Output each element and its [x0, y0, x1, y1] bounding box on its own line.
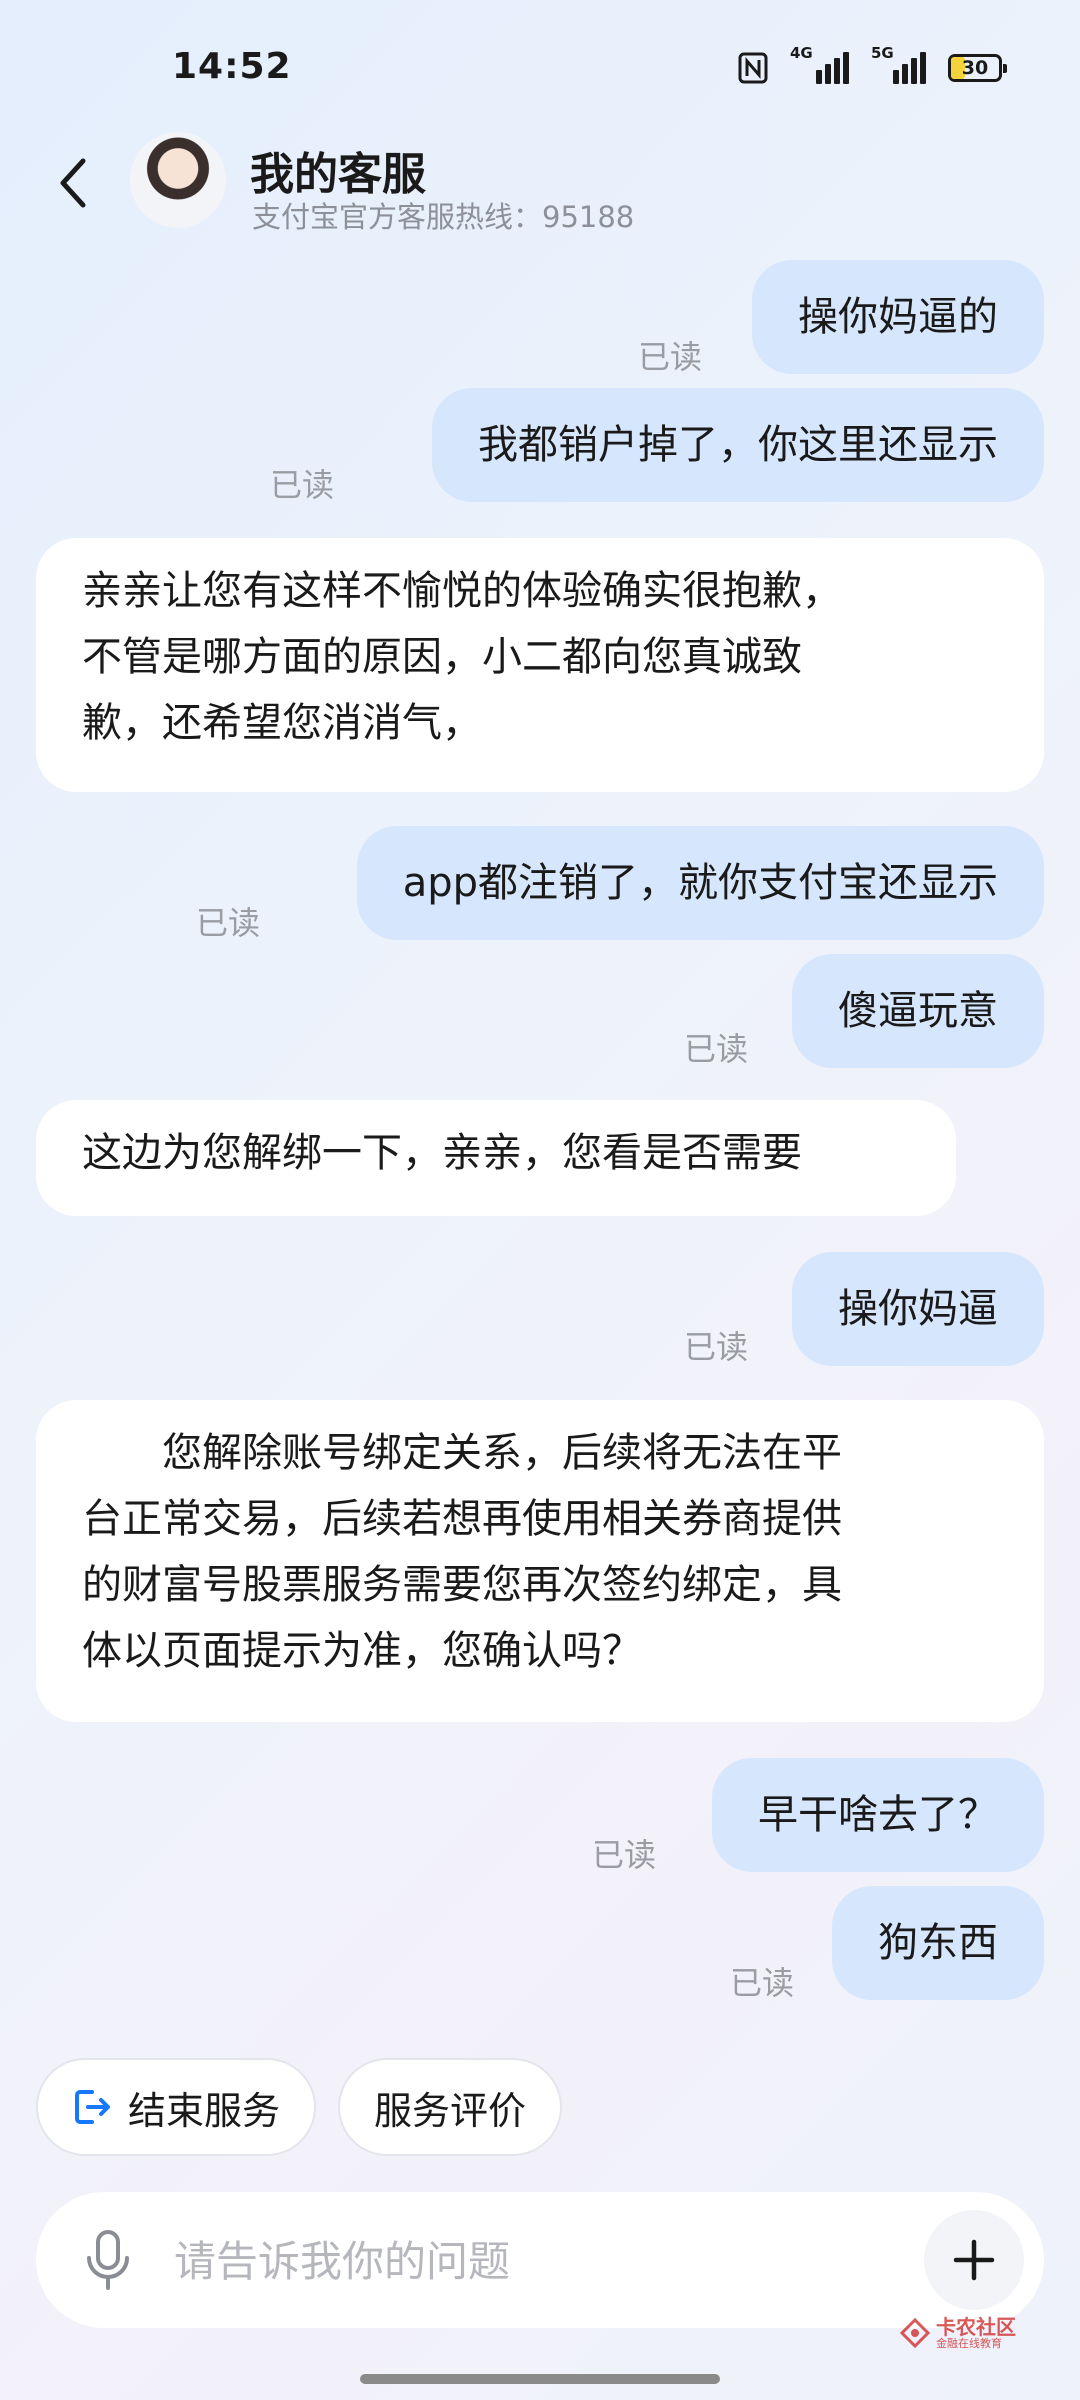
watermark-text: 卡农社区	[936, 2315, 1016, 2339]
avatar[interactable]	[130, 132, 226, 228]
chat-header: 我的客服 支付宝官方客服热线：95188	[0, 130, 1080, 240]
page-title: 我的客服	[250, 149, 426, 200]
read-status: 已读	[638, 338, 703, 376]
user-message[interactable]: 傻逼玩意	[792, 954, 1044, 1068]
read-status: 已读	[684, 1328, 749, 1366]
user-message[interactable]: 操你妈逼的	[752, 260, 1044, 374]
read-status: 已读	[270, 466, 335, 504]
plus-button[interactable]	[924, 2210, 1024, 2310]
bot-message-line: 不管是哪方面的原因，小二都向您真诚致	[82, 634, 802, 680]
status-time: 14:52	[172, 46, 292, 87]
bot-message-line: 这边为您解绑一下，亲亲，您看是否需要	[82, 1130, 802, 1176]
exit-icon	[75, 2090, 110, 2124]
plus-icon	[953, 2239, 995, 2281]
user-message[interactable]: 操你妈逼	[792, 1252, 1044, 1366]
battery-icon: 30	[948, 54, 1007, 82]
watermark: 卡农社区 金融在线教育	[900, 2316, 1016, 2350]
user-message[interactable]: 早干啥去了？	[712, 1758, 1044, 1872]
user-message[interactable]: app都注销了，就你支付宝还显示	[356, 826, 1044, 940]
bot-message-line: 体以页面提示为准，您确认吗？	[82, 1628, 642, 1674]
rate-service-label: 服务评价	[374, 2088, 527, 2133]
user-message[interactable]: 狗东西	[832, 1886, 1044, 2000]
microphone-icon[interactable]	[80, 2228, 136, 2292]
signal-4g-icon: 4G	[790, 44, 849, 84]
bot-message[interactable]: 亲亲让您有这样不愉悦的体验确实很抱歉， 不管是哪方面的原因，小二都向您真诚致 歉…	[36, 538, 1044, 792]
user-message[interactable]: 我都销户掉了，你这里还显示	[432, 388, 1044, 502]
hotline-text: 支付宝官方客服热线：95188	[252, 200, 635, 234]
quick-actions: 结束服务 服务评价	[36, 2058, 563, 2156]
bot-message[interactable]: 这边为您解绑一下，亲亲，您看是否需要	[36, 1100, 956, 1216]
read-status: 已读	[592, 1836, 657, 1874]
chevron-left-icon	[60, 158, 86, 208]
status-icons: 4G 5G 30	[738, 44, 1007, 84]
read-status: 已读	[730, 1964, 795, 2002]
bot-message-line: 亲亲让您有这样不愉悦的体验确实很抱歉，	[82, 568, 842, 614]
watermark-logo-icon	[900, 2318, 930, 2349]
input-bar	[36, 2192, 1044, 2328]
nfc-icon	[738, 52, 768, 84]
watermark-subtext: 金融在线教育	[936, 2337, 1002, 2350]
read-status: 已读	[196, 904, 261, 942]
home-indicator[interactable]	[360, 2374, 720, 2384]
back-button[interactable]	[44, 148, 100, 218]
bot-message[interactable]: 您解除账号绑定关系，后续将无法在平 台正常交易，后续若想再使用相关券商提供 的财…	[36, 1400, 1044, 1722]
status-bar: 14:52 4G 5G 30	[0, 0, 1080, 130]
signal-5g-icon: 5G	[871, 44, 926, 84]
end-service-button[interactable]: 结束服务	[36, 2058, 317, 2156]
read-status: 已读	[684, 1030, 749, 1068]
bot-message-line: 歉，还希望您消消气，	[82, 700, 482, 746]
bot-message-line: 您解除账号绑定关系，后续将无法在平	[82, 1430, 842, 1476]
rate-service-button[interactable]: 服务评价	[338, 2058, 563, 2156]
bot-message-line: 台正常交易，后续若想再使用相关券商提供	[82, 1496, 842, 1542]
end-service-label: 结束服务	[128, 2088, 281, 2133]
message-input[interactable]	[172, 2226, 936, 2296]
bot-message-line: 的财富号股票服务需要您再次签约绑定，具	[82, 1562, 842, 1608]
